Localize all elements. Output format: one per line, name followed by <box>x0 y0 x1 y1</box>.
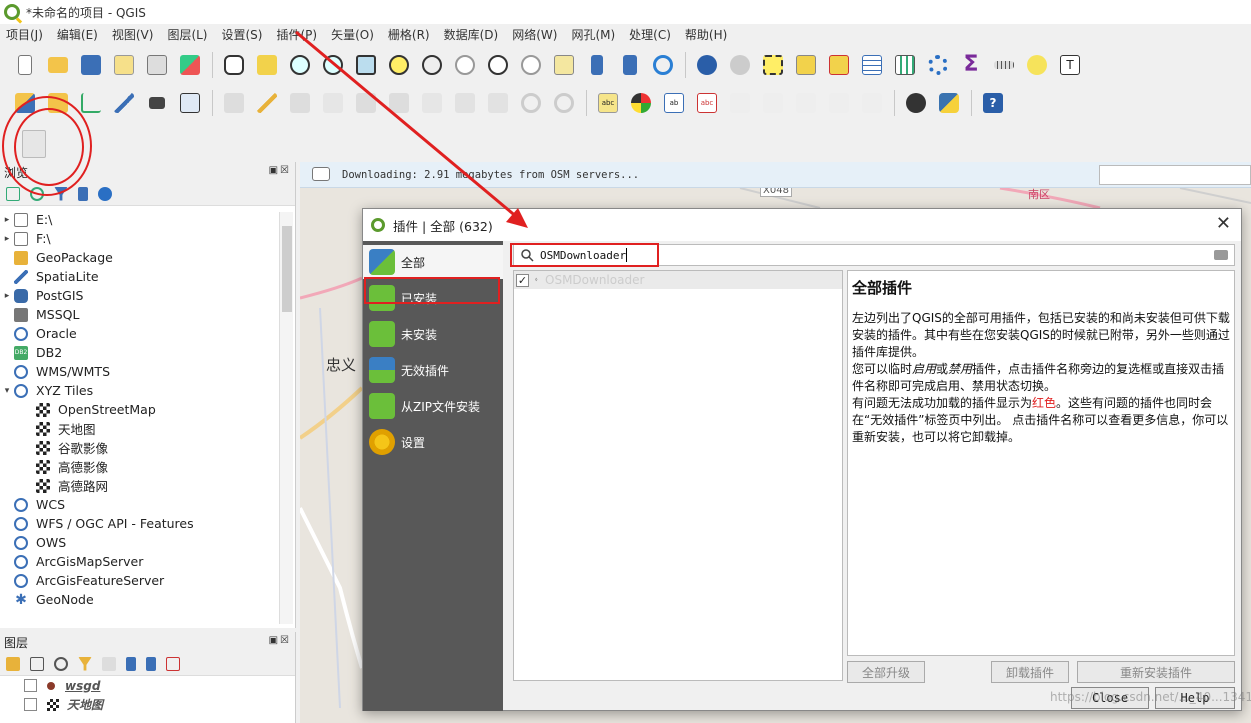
annotation-arrow-line <box>295 30 519 220</box>
watermark-text: https://blog.csdn.net/..._40...1341 <box>1050 690 1251 704</box>
annotation-arrow-svg <box>295 30 528 228</box>
